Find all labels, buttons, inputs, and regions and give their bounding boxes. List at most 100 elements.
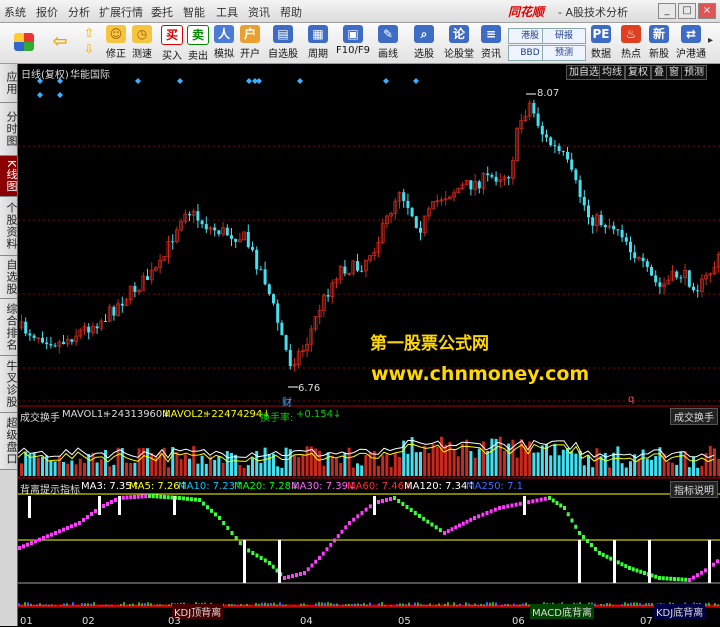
financial-report-marker[interactable]: 财 <box>282 394 292 409</box>
indicator-dot <box>439 528 442 532</box>
sidebar-tab-watchlist[interactable]: 自选股 <box>0 256 17 299</box>
menu-news[interactable]: 资讯 <box>248 4 270 20</box>
indicator-dot <box>606 555 609 559</box>
candle-body-down <box>24 322 27 334</box>
indicator-dot <box>231 531 234 535</box>
signal-bar <box>471 605 473 606</box>
sidebar-tab-order-book[interactable]: 超级盘口 <box>0 413 17 470</box>
candle-body-down <box>478 181 481 188</box>
hot-button[interactable]: ♨ 热点 <box>618 25 644 61</box>
signal-bar <box>444 604 446 606</box>
volume-bar <box>91 453 94 476</box>
news-button[interactable]: ≡ 资讯 <box>478 25 504 61</box>
indicator-dot <box>527 500 530 504</box>
candle-body-down <box>96 326 99 328</box>
volume-bar <box>612 453 615 476</box>
candle-body-down <box>625 237 628 241</box>
indicator-dot <box>486 511 489 515</box>
volume-panel-selector[interactable]: 成交换手 <box>670 408 718 425</box>
candle-body-down <box>486 173 489 175</box>
data-button[interactable]: PE 数据 <box>588 25 614 61</box>
indicator-dot <box>314 560 317 564</box>
indicator-dot <box>167 495 170 499</box>
signal-bar <box>381 602 383 606</box>
sidebar-tab-ranking[interactable]: 综合排名 <box>0 299 17 356</box>
menu-system[interactable]: 系统 <box>4 4 26 20</box>
f10-button[interactable]: ▣ F10/F9 <box>336 25 370 61</box>
indicator-dot <box>295 573 298 577</box>
minimize-icon[interactable]: _ <box>658 3 676 19</box>
stock-picker-button[interactable]: ⌕ 选股 <box>412 25 436 61</box>
menu-tools[interactable]: 工具 <box>216 4 238 20</box>
signal-bar <box>351 604 353 606</box>
speed-test-button[interactable]: ◷ 测速 <box>130 25 154 61</box>
draw-line-button[interactable]: ✎ 画线 <box>376 25 400 61</box>
close-icon[interactable]: × <box>698 3 716 19</box>
buy-button[interactable]: 买 买入 <box>160 25 184 61</box>
signal-bar <box>111 605 113 606</box>
volume-bar <box>318 451 321 476</box>
menu-order[interactable]: 委托 <box>151 4 173 20</box>
volume-bar <box>138 448 141 476</box>
research-button[interactable]: 研报 <box>542 28 586 44</box>
volume-bar <box>411 437 414 476</box>
fix-button[interactable]: ☺ 修正 <box>104 25 128 61</box>
watermark-url: www.chnmoney.com <box>371 363 589 385</box>
volume-bar <box>616 446 619 476</box>
period-button[interactable]: ▦ 周期 <box>304 25 332 61</box>
q-marker[interactable]: q <box>628 394 634 405</box>
indicator-dot <box>628 566 631 570</box>
signal-bar <box>519 604 521 606</box>
indicator-dot <box>414 511 417 515</box>
simulate-button[interactable]: 人 模拟 <box>212 25 236 61</box>
kline-chart-area[interactable] <box>18 78 720 626</box>
forum-button[interactable]: 论 论股堂 <box>442 25 476 61</box>
signal-bar <box>495 602 497 606</box>
new-stock-button[interactable]: 新 新股 <box>646 25 672 61</box>
indicator-dot <box>163 495 166 499</box>
back-button[interactable]: ⇦ <box>48 25 72 61</box>
indicator-dot <box>385 498 388 502</box>
menu-smart[interactable]: 智能 <box>183 4 205 20</box>
sh-hk-connect-button[interactable]: ⇄ 沪港通 <box>674 25 708 61</box>
sidebar-tab-apps[interactable]: 应用 <box>0 64 17 103</box>
volume-bar <box>293 455 296 476</box>
page-up-down-button[interactable]: ⇧⇩ <box>80 25 98 61</box>
layout-button[interactable] <box>14 25 34 61</box>
volume-bar <box>427 453 430 476</box>
open-account-button[interactable]: 户 开户 <box>238 25 262 61</box>
volume-bar <box>87 454 90 476</box>
indicator-dot <box>218 516 221 520</box>
signal-bar <box>510 605 512 606</box>
indicator-dot <box>239 541 242 545</box>
signal-bar <box>36 604 38 606</box>
sell-button[interactable]: 卖 卖出 <box>186 25 210 61</box>
indicator-help-button[interactable]: 指标说明 <box>670 481 718 498</box>
volume-bar <box>75 464 78 476</box>
indicator-dot <box>389 497 392 501</box>
menu-help[interactable]: 帮助 <box>280 4 302 20</box>
candle-body-down <box>406 201 409 208</box>
indicator-dot <box>194 498 197 502</box>
menu-analysis[interactable]: 分析 <box>68 4 90 20</box>
sidebar-tab-profile[interactable]: 个股资料 <box>0 197 17 256</box>
maximize-icon[interactable]: □ <box>678 3 696 19</box>
indicator-dot <box>54 531 57 535</box>
buy-icon: 买 <box>161 25 183 45</box>
sidebar-tab-diagnosis[interactable]: 牛叉诊股 <box>0 356 17 413</box>
sidebar-tab-kline[interactable]: K线图 <box>0 156 17 197</box>
toolbar-overflow-icon[interactable]: ▸ <box>708 35 713 46</box>
forecast-button[interactable]: 预测 <box>542 45 586 61</box>
signal-bar <box>639 603 641 606</box>
indicator-dot <box>692 576 695 580</box>
sidebar-tab-intraday[interactable]: 分时图 <box>0 103 17 156</box>
signal-bar <box>285 605 287 606</box>
watchlist-button[interactable]: ▤ 自选股 <box>266 25 300 61</box>
menu-extended-market[interactable]: 扩展行情 <box>99 4 143 20</box>
volume-bar <box>381 455 384 476</box>
event-diamond <box>37 78 43 84</box>
volume-bar <box>352 468 355 476</box>
indicator-dot <box>365 508 368 512</box>
menu-quote[interactable]: 报价 <box>36 4 58 20</box>
indicator-dot <box>30 541 33 545</box>
